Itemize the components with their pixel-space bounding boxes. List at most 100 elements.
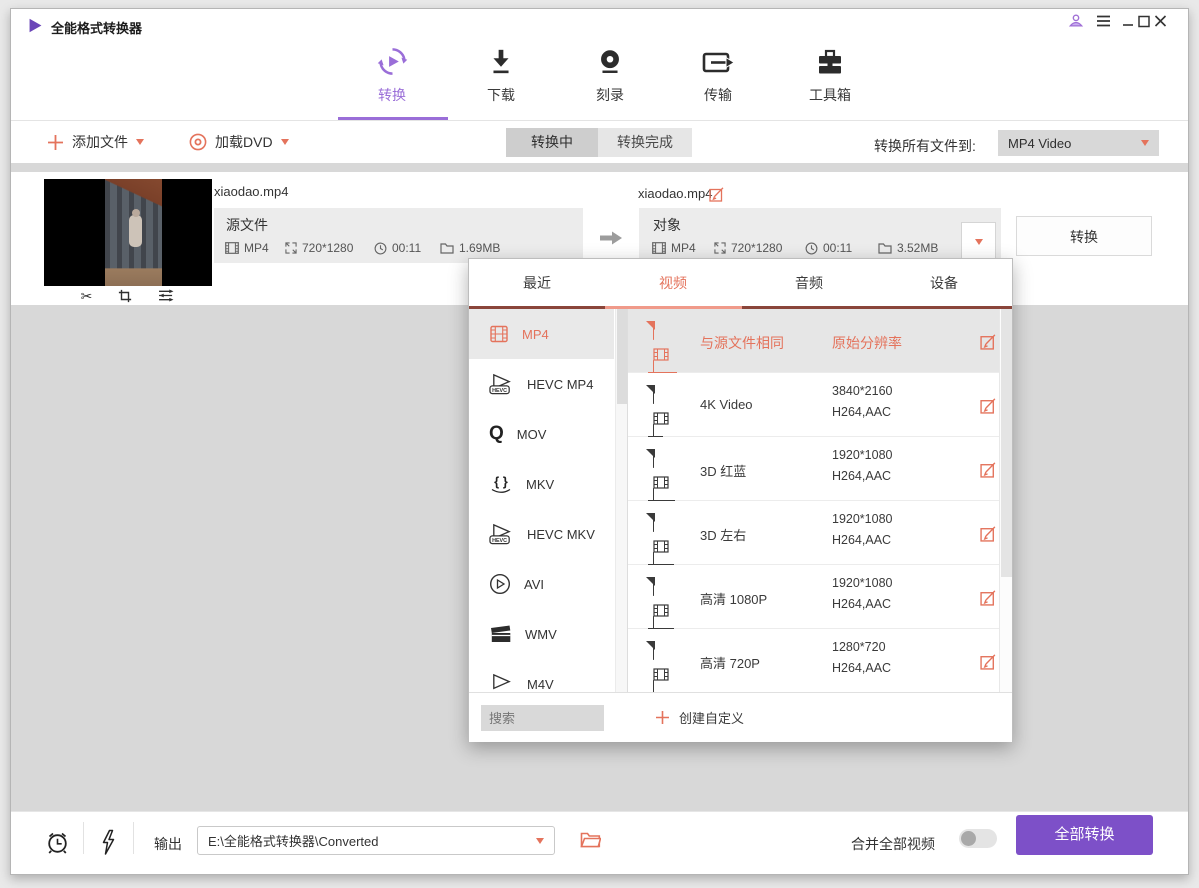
preset-row-4k[interactable]: 4K 4K Video 3840*2160 H264,AAC bbox=[628, 373, 1012, 437]
preset-file-icon: 3D LR bbox=[653, 514, 669, 571]
burn-disc-icon bbox=[562, 44, 658, 78]
popup-tab-device[interactable]: 设备 bbox=[876, 259, 1012, 306]
create-custom-button[interactable]: 创建自定义 bbox=[655, 708, 744, 727]
format-item-m4v[interactable]: M4V bbox=[469, 659, 614, 692]
divider bbox=[83, 822, 84, 854]
tab-converting[interactable]: 转换中 bbox=[506, 128, 598, 157]
wmv-clapper-icon bbox=[489, 624, 512, 644]
edit-preset-icon[interactable] bbox=[980, 397, 997, 414]
rename-edit-icon[interactable] bbox=[709, 186, 725, 202]
crop-icon[interactable] bbox=[118, 289, 132, 303]
target-info-box: 对象 MP4 720*1280 00:11 3.52MB bbox=[639, 208, 1001, 263]
tab-finished[interactable]: 转换完成 bbox=[598, 128, 692, 157]
tab-download-label: 下载 bbox=[453, 85, 549, 105]
tab-convert[interactable]: 转换 bbox=[344, 44, 440, 105]
trim-scissors-icon[interactable]: ✂ bbox=[81, 289, 93, 303]
source-file-name: xiaodao.mp4 bbox=[214, 184, 288, 199]
target-format: MP4 bbox=[652, 241, 696, 255]
format-item-hevc-mkv[interactable]: HEVC HEVC MKV bbox=[469, 509, 614, 559]
preset-file-icon: 720P bbox=[653, 642, 669, 692]
tab-toolbox[interactable]: 工具箱 bbox=[782, 44, 878, 105]
thumbnail-image bbox=[105, 179, 162, 286]
dvd-icon bbox=[189, 133, 207, 151]
edit-preset-icon[interactable] bbox=[980, 653, 997, 670]
toolbox-icon bbox=[782, 44, 878, 78]
popup-tab-audio[interactable]: 音频 bbox=[741, 259, 877, 306]
target-box-title: 对象 bbox=[653, 215, 681, 235]
preset-row-3d-leftright[interactable]: 3D LR 3D 左右 1920*1080 H264,AAC bbox=[628, 501, 1012, 565]
merge-videos-toggle[interactable] bbox=[959, 829, 997, 848]
preset-row-720p[interactable]: 720P 高清 720P 1280*720 H264,AAC bbox=[628, 629, 1012, 692]
convert-arrow-icon bbox=[599, 229, 623, 247]
edit-preset-icon[interactable] bbox=[980, 333, 997, 350]
tab-transfer[interactable]: 传输 bbox=[670, 44, 766, 105]
format-item-mov[interactable]: Q MOV bbox=[469, 409, 614, 459]
preset-row-same-as-source[interactable]: source 与源文件相同 原始分辨率 bbox=[628, 309, 1012, 373]
preset-list-scrollbar[interactable] bbox=[999, 309, 1012, 692]
high-speed-bolt-icon[interactable] bbox=[99, 829, 116, 856]
chevron-down-icon bbox=[136, 139, 144, 145]
account-icon[interactable] bbox=[1067, 13, 1085, 29]
add-file-button[interactable]: 添加文件 bbox=[47, 132, 144, 152]
edit-preset-icon[interactable] bbox=[980, 589, 997, 606]
create-custom-label: 创建自定义 bbox=[679, 708, 744, 727]
menu-icon[interactable] bbox=[1094, 13, 1112, 29]
open-folder-icon[interactable] bbox=[580, 831, 601, 848]
format-label: HEVC MKV bbox=[527, 527, 595, 542]
video-thumbnail[interactable] bbox=[44, 179, 212, 286]
format-item-avi[interactable]: AVI bbox=[469, 559, 614, 609]
load-dvd-button[interactable]: 加载DVD bbox=[189, 132, 289, 152]
format-label: MOV bbox=[517, 427, 547, 442]
effects-sliders-icon[interactable] bbox=[158, 289, 175, 302]
scrollbar-thumb[interactable] bbox=[1001, 309, 1012, 577]
clock-icon bbox=[805, 242, 818, 255]
tab-convert-label: 转换 bbox=[344, 85, 440, 105]
format-popup: 最近 视频 音频 设备 MP4 HEVC HEVC MP4 Q MOV { } … bbox=[468, 258, 1013, 742]
download-icon bbox=[453, 44, 549, 78]
format-item-hevc-mp4[interactable]: HEVC HEVC MP4 bbox=[469, 359, 614, 409]
target-format-dropdown-button[interactable] bbox=[961, 222, 996, 261]
merge-videos-label: 合并全部视频 bbox=[851, 834, 935, 854]
popup-body: MP4 HEVC HEVC MP4 Q MOV { } MKV HEVC HEV… bbox=[469, 309, 1012, 692]
source-info-box: 源文件 MP4 720*1280 00:11 1.69MB bbox=[214, 208, 583, 263]
thumbnail-toolbar: ✂ bbox=[44, 286, 212, 305]
output-format-select[interactable]: MP4 Video bbox=[998, 130, 1159, 156]
format-label: MKV bbox=[526, 477, 554, 492]
film-icon bbox=[225, 242, 239, 254]
add-file-label: 添加文件 bbox=[72, 132, 128, 152]
app-window: 全能格式转换器 转换 下载 bbox=[10, 8, 1189, 875]
preset-row-1080p[interactable]: 1080P 高清 1080P 1920*1080 H264,AAC bbox=[628, 565, 1012, 629]
resize-icon bbox=[714, 242, 726, 254]
format-item-wmv[interactable]: WMV bbox=[469, 609, 614, 659]
search-input[interactable] bbox=[481, 705, 604, 731]
source-box-title: 源文件 bbox=[226, 215, 268, 235]
person-figure bbox=[129, 215, 142, 247]
convert-all-to-label: 转换所有文件到: bbox=[874, 136, 976, 156]
tab-burn[interactable]: 刻录 bbox=[562, 44, 658, 105]
convert-button[interactable]: 转换 bbox=[1016, 216, 1152, 256]
format-label: AVI bbox=[524, 577, 544, 592]
scrollbar-thumb[interactable] bbox=[617, 309, 627, 404]
app-title: 全能格式转换器 bbox=[51, 18, 142, 37]
format-list-scrollbar[interactable] bbox=[615, 309, 627, 692]
format-label: M4V bbox=[527, 677, 554, 692]
tab-download[interactable]: 下载 bbox=[453, 44, 549, 105]
edit-preset-icon[interactable] bbox=[980, 525, 997, 542]
convert-all-button[interactable]: 全部转换 bbox=[1016, 815, 1153, 855]
plus-icon bbox=[47, 134, 64, 151]
edit-preset-icon[interactable] bbox=[980, 461, 997, 478]
resize-icon bbox=[285, 242, 297, 254]
folder-icon bbox=[440, 242, 454, 254]
schedule-alarm-icon[interactable] bbox=[45, 830, 70, 856]
format-label: WMV bbox=[525, 627, 557, 642]
popup-tab-video[interactable]: 视频 bbox=[605, 259, 741, 306]
format-item-mkv[interactable]: { } MKV bbox=[469, 459, 614, 509]
output-path-select[interactable]: E:\全能格式转换器\Converted bbox=[197, 826, 555, 855]
output-label: 输出 bbox=[154, 834, 182, 854]
close-icon[interactable] bbox=[1151, 13, 1169, 29]
format-item-mp4[interactable]: MP4 bbox=[469, 309, 614, 359]
output-format-value: MP4 Video bbox=[1008, 136, 1141, 151]
popup-tab-recent[interactable]: 最近 bbox=[469, 259, 605, 306]
preset-row-3d-redblue[interactable]: 3D RB 3D 红蓝 1920*1080 H264,AAC bbox=[628, 437, 1012, 501]
svg-text:HEVC: HEVC bbox=[492, 538, 507, 544]
